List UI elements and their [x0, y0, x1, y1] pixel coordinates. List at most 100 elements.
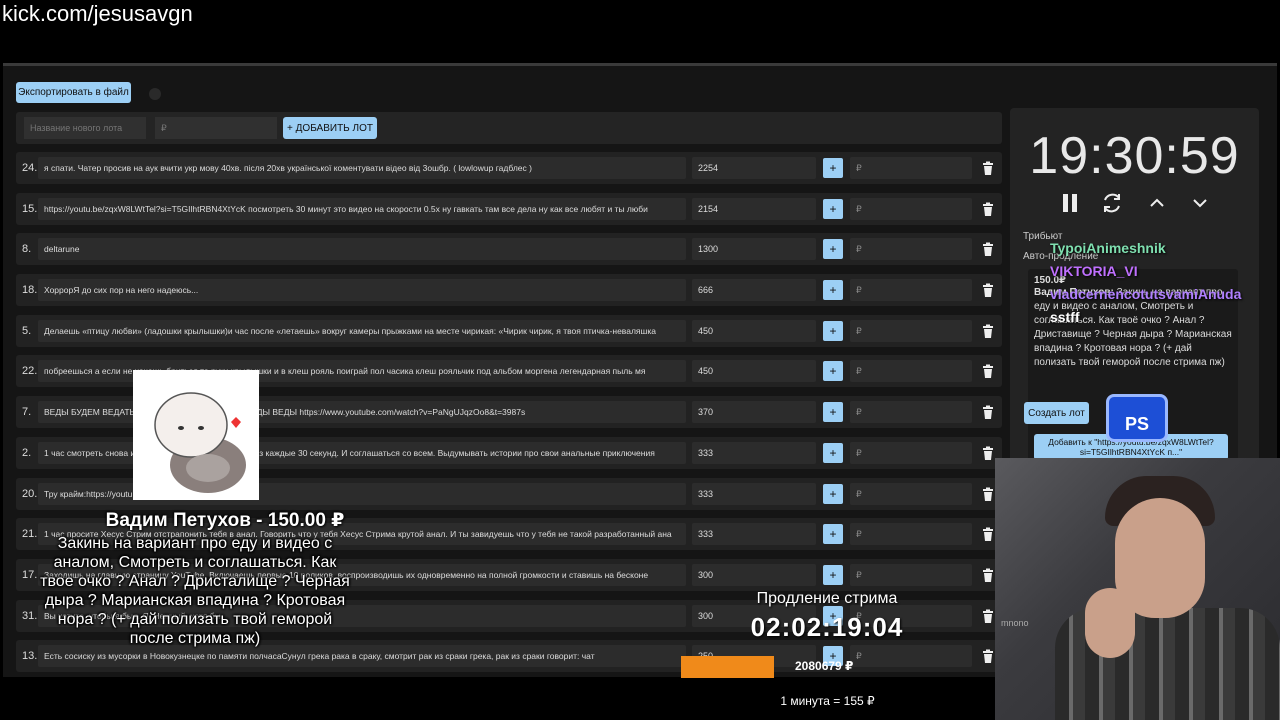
- lot-number: 20.: [22, 487, 38, 500]
- extension-total: 2080679 ₽: [795, 659, 854, 673]
- lot-plus-button[interactable]: +: [823, 402, 843, 423]
- trash-icon[interactable]: [981, 446, 995, 460]
- lot-row: 15. https://youtu.be/zqxW8LWtTel?si=T5GIl…: [16, 192, 1002, 225]
- lot-number: 5.: [22, 324, 32, 337]
- trash-icon[interactable]: [981, 568, 995, 582]
- lot-add-amount-input[interactable]: ₽: [850, 523, 972, 546]
- lot-number: 7.: [22, 406, 32, 419]
- toggle-dot[interactable]: [149, 88, 161, 100]
- lot-row: 8. deltarune 1300 + ₽: [16, 233, 1002, 266]
- lot-add-amount-input[interactable]: ₽: [850, 360, 972, 383]
- lot-plus-button[interactable]: +: [823, 239, 843, 260]
- chevron-down-icon[interactable]: [1189, 192, 1211, 214]
- chat-username: vladcernencotutsvamiAnuda: [1050, 286, 1242, 302]
- lot-number: 2.: [22, 446, 32, 459]
- refresh-icon[interactable]: [1101, 192, 1123, 214]
- url-bar[interactable]: kick.com/jesusavgn: [0, 0, 193, 30]
- streamer-hand: [1085, 588, 1135, 658]
- trash-icon[interactable]: [981, 405, 995, 420]
- lot-title-field[interactable]: Есть сосиску из мусорки в Новокузнецке п…: [38, 645, 686, 668]
- trash-icon[interactable]: [981, 161, 995, 175]
- lot-plus-button[interactable]: +: [823, 442, 843, 463]
- lot-add-amount-input[interactable]: ₽: [850, 401, 972, 424]
- add-lot-button[interactable]: + ДОБАВИТЬ ЛОТ: [283, 117, 377, 139]
- lot-amount-field[interactable]: 333: [692, 482, 816, 505]
- lot-add-amount-input[interactable]: ₽: [850, 238, 972, 261]
- lot-amount-field[interactable]: 300: [692, 563, 816, 586]
- new-lot-bar: + ДОБАВИТЬ ЛОТ: [16, 112, 1002, 144]
- trash-icon[interactable]: [981, 609, 995, 623]
- chevron-up-icon[interactable]: [1146, 192, 1168, 214]
- lot-plus-button[interactable]: +: [823, 198, 843, 219]
- trash-icon[interactable]: [981, 324, 995, 338]
- lot-add-amount-input[interactable]: ₽: [850, 563, 972, 586]
- chat-username: TypoiAnimeshnik: [1050, 240, 1166, 256]
- lot-amount-field[interactable]: 666: [692, 279, 816, 302]
- chat-username: VIKTORIA_VI: [1050, 263, 1138, 279]
- lot-plus-button[interactable]: +: [823, 158, 843, 178]
- lot-number: 18.: [22, 284, 38, 297]
- lot-add-amount-input[interactable]: ₽: [850, 279, 972, 302]
- lot-title-field[interactable]: deltarune: [38, 238, 686, 261]
- lot-title-field[interactable]: я спати. Чатер просив на аук вчити укр м…: [38, 157, 686, 179]
- lot-add-amount-input[interactable]: ₽: [850, 441, 972, 464]
- lot-amount-field[interactable]: 450: [692, 319, 816, 342]
- trash-icon[interactable]: [981, 649, 995, 664]
- lot-plus-button[interactable]: +: [823, 361, 843, 382]
- lot-number: 8.: [22, 243, 32, 256]
- extension-label: Продление стрима: [756, 590, 898, 607]
- extension-progress-bar: [681, 656, 774, 678]
- lot-row: 5. Делаешь «птицу любви» (ладошки крылышк…: [16, 314, 1002, 347]
- lot-add-amount-input[interactable]: ₽: [850, 482, 972, 505]
- lot-plus-button[interactable]: +: [823, 280, 843, 301]
- new-lot-price-input[interactable]: [155, 117, 277, 139]
- lot-add-amount-input[interactable]: ₽: [850, 197, 972, 220]
- new-lot-name-input[interactable]: [24, 117, 146, 139]
- trash-icon[interactable]: [981, 487, 995, 501]
- trash-icon[interactable]: [981, 202, 995, 216]
- trash-icon[interactable]: [981, 527, 995, 542]
- lot-title-field[interactable]: https://youtu.be/zqxW8LWtTel?si=T5GIlhtR…: [38, 197, 686, 220]
- chat-line: TypoiAnimeshnik: [1050, 240, 1280, 256]
- lot-number: 24.: [22, 162, 38, 174]
- lot-plus-button[interactable]: +: [823, 320, 843, 341]
- ps-badge: PS: [1106, 394, 1168, 442]
- create-lot-button[interactable]: Создать лот: [1024, 402, 1089, 424]
- lot-amount-field[interactable]: 333: [692, 441, 816, 464]
- lot-amount-field[interactable]: 2254: [692, 157, 816, 179]
- trash-icon[interactable]: [981, 283, 995, 298]
- lot-amount-field[interactable]: 450: [692, 360, 816, 383]
- lot-amount-field[interactable]: 370: [692, 401, 816, 424]
- lot-title-field[interactable]: ХоррорЯ до сих пор на него надеюсь...: [38, 279, 686, 302]
- mic-label: mnono: [1001, 618, 1029, 628]
- lot-number: 17.: [22, 568, 38, 581]
- cat-sticker-image: [133, 370, 259, 500]
- lot-number: 22.: [22, 365, 38, 378]
- lot-plus-button[interactable]: +: [823, 483, 843, 504]
- lot-number: 15.: [22, 202, 38, 215]
- chat-overlay: TypoiAnimeshnik VIKTORIA_VI vladcernencotu…: [1050, 240, 1280, 332]
- lot-amount-field[interactable]: 1300: [692, 238, 816, 261]
- chat-line: VIKTORIA_VI: [1050, 263, 1280, 279]
- lot-amount-field[interactable]: 333: [692, 523, 816, 546]
- lot-add-amount-input[interactable]: ₽: [850, 645, 972, 668]
- webcam-feed: mnono: [995, 458, 1280, 720]
- lot-number: 21.: [22, 528, 38, 541]
- lot-title-field[interactable]: Делаешь «птицу любви» (ладошки крылышки)…: [38, 319, 686, 342]
- trash-icon[interactable]: [981, 364, 995, 379]
- lot-plus-button[interactable]: +: [823, 564, 843, 585]
- export-button[interactable]: Экспортировать в файл: [16, 82, 131, 103]
- trash-icon[interactable]: [981, 242, 995, 257]
- donation-alert-text: Закинь на вариант про еду и видео с анал…: [40, 535, 350, 647]
- lot-add-amount-input[interactable]: ₽: [850, 319, 972, 342]
- pause-icon[interactable]: [1059, 192, 1081, 214]
- lot-add-amount-input[interactable]: ₽: [850, 157, 972, 179]
- rate-line: 1 минута = 155 ₽: [780, 694, 875, 708]
- chat-line: sstff: [1050, 309, 1280, 325]
- chat-line: vladcernencotutsvamiAnuda: [1050, 286, 1280, 302]
- chat-username: sstff: [1050, 309, 1080, 325]
- lot-row: 18. ХоррорЯ до сих пор на него надеюсь...…: [16, 274, 1002, 307]
- lot-row: 24. я спати. Чатер просив на аук вчити ук…: [16, 152, 1002, 184]
- lot-amount-field[interactable]: 2154: [692, 197, 816, 220]
- lot-plus-button[interactable]: +: [823, 524, 843, 545]
